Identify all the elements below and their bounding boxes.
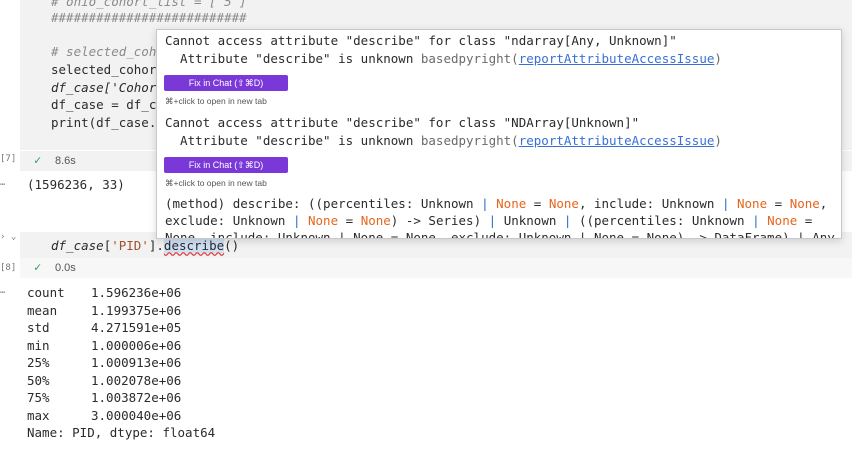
method-name[interactable]: describe	[163, 238, 225, 253]
error-source: basedpyright(	[420, 133, 519, 148]
sig-none: None	[548, 196, 579, 211]
cell-7-output: (1596236, 33)	[27, 177, 125, 192]
error-2-title: Cannot access attribute "describe" for c…	[165, 115, 640, 130]
sig-sep: |	[292, 213, 308, 228]
output-row: count 1.596236e+06	[27, 285, 181, 300]
checkmark-icon: ✓	[34, 260, 42, 274]
row-value: 4.271591e+05	[91, 320, 182, 335]
row-value: 1.596236e+06	[91, 285, 182, 300]
signature-line: exclude: Unknown | None = None) -> Serie…	[165, 213, 812, 228]
row-value: 1.000006e+06	[91, 338, 182, 353]
bracket: ].	[148, 238, 164, 253]
row-label: 25%	[27, 355, 50, 370]
sig-none: None	[767, 213, 798, 228]
row-value: 1.003872e+06	[91, 390, 182, 405]
error-1-title: Cannot access attribute "describe" for c…	[165, 33, 677, 48]
row-value: 1.199375e+06	[91, 303, 182, 318]
rule-link[interactable]: reportAttributeAccessIssue	[519, 51, 715, 66]
code-line[interactable]: ##########################	[51, 10, 247, 25]
error-2-detail: Attribute "describe" is unknown basedpyr…	[165, 133, 722, 148]
error-source-close: )	[714, 133, 722, 148]
error-1-detail: Attribute "describe" is unknown basedpyr…	[165, 51, 722, 66]
row-value: 3.000040e+06	[91, 408, 182, 423]
sig-text: =	[767, 196, 790, 211]
execution-count: [8]	[0, 263, 17, 273]
string-literal: 'PID'	[111, 238, 149, 253]
output-row: std 4.271591e+05	[27, 320, 181, 335]
output-footer: Name: PID, dtype: float64	[27, 425, 216, 440]
output-row: 25% 1.000913e+06	[27, 355, 181, 370]
code-line[interactable]: selected_cohort	[51, 62, 164, 77]
sig-sep: |	[721, 196, 737, 211]
sig-none: None	[308, 213, 339, 228]
fix-in-chat-button[interactable]: Fix in Chat (⇧⌘D)	[164, 157, 288, 173]
row-label: min	[27, 338, 50, 353]
sig-sep: |	[481, 196, 497, 211]
open-tab-hint: ⌘+click to open in new tab	[165, 178, 267, 188]
output-row: mean 1.199375e+06	[27, 303, 181, 318]
chevron-down-icon[interactable]: › ⌄	[0, 232, 16, 242]
variable-name: df_case	[51, 238, 104, 253]
open-tab-hint: ⌘+click to open in new tab	[165, 96, 267, 106]
checkmark-icon: ✓	[34, 153, 42, 167]
output-row: min 1.000006e+06	[27, 338, 181, 353]
output-row: 50% 1.002078e+06	[27, 373, 181, 388]
code-line[interactable]: print(df_case.s	[51, 115, 164, 130]
sig-text: =	[526, 196, 549, 211]
sig-none: None	[737, 196, 768, 211]
output-collapse-icon[interactable]: ⋯	[0, 180, 5, 190]
rule-link[interactable]: reportAttributeAccessIssue	[519, 133, 715, 148]
signature-line-clipped: None, include: Unknown | None = None, ex…	[165, 230, 835, 239]
row-label: count	[27, 285, 65, 300]
sig-sep: |	[563, 213, 579, 228]
sig-text: ,	[819, 196, 828, 211]
sig-text: (method) describe: ((percentiles: Unknow…	[165, 196, 482, 211]
row-label: 50%	[27, 373, 50, 388]
sig-text: exclude: Unknown	[165, 213, 293, 228]
error-detail-text: Attribute "describe" is unknown	[165, 133, 421, 148]
sig-none: None	[789, 196, 820, 211]
row-label: mean	[27, 303, 58, 318]
sig-text: =	[338, 213, 361, 228]
execution-time: 0.0s	[55, 262, 76, 274]
sig-none: None	[360, 213, 391, 228]
row-value: 1.002078e+06	[91, 373, 182, 388]
error-detail-text: Attribute "describe" is unknown	[165, 51, 421, 66]
row-value: 1.000913e+06	[91, 355, 182, 370]
code-line[interactable]: df_case = df_ca	[51, 97, 164, 112]
row-label: std	[27, 320, 50, 335]
signature-line: (method) describe: ((percentiles: Unknow…	[165, 196, 827, 211]
cell-8-code[interactable]: df_case['PID'].describe()	[51, 238, 239, 253]
sig-none: None	[496, 196, 527, 211]
code-line[interactable]: # selected_coho	[51, 44, 164, 59]
code-line[interactable]: # ohio_cohort_list = [ 5 ]	[51, 0, 247, 9]
execution-count: [7]	[0, 154, 17, 164]
output-row: 75% 1.003872e+06	[27, 390, 181, 405]
row-label: 75%	[27, 390, 50, 405]
error-source-close: )	[714, 51, 722, 66]
code-line[interactable]: df_case['Cohort	[51, 80, 164, 95]
sig-sep: |	[488, 213, 504, 228]
hover-tooltip: Cannot access attribute "describe" for c…	[156, 29, 842, 239]
sig-text: ((percentiles: Unknown	[578, 213, 753, 228]
fix-in-chat-button[interactable]: Fix in Chat (⇧⌘D)	[164, 75, 288, 91]
sig-text: Unknown	[503, 213, 564, 228]
sig-text: =	[797, 213, 813, 228]
cell-8-status-bar	[20, 258, 852, 278]
sig-sep: |	[752, 213, 768, 228]
row-label: max	[27, 408, 50, 423]
output-collapse-icon[interactable]: ⋯	[0, 288, 5, 298]
error-source: basedpyright(	[420, 51, 519, 66]
sig-text: ) -> Series)	[390, 213, 489, 228]
parens: ()	[224, 238, 240, 253]
execution-time: 8.6s	[55, 155, 76, 167]
sig-text: , include: Unknown	[578, 196, 722, 211]
output-row: max 3.000040e+06	[27, 408, 181, 423]
